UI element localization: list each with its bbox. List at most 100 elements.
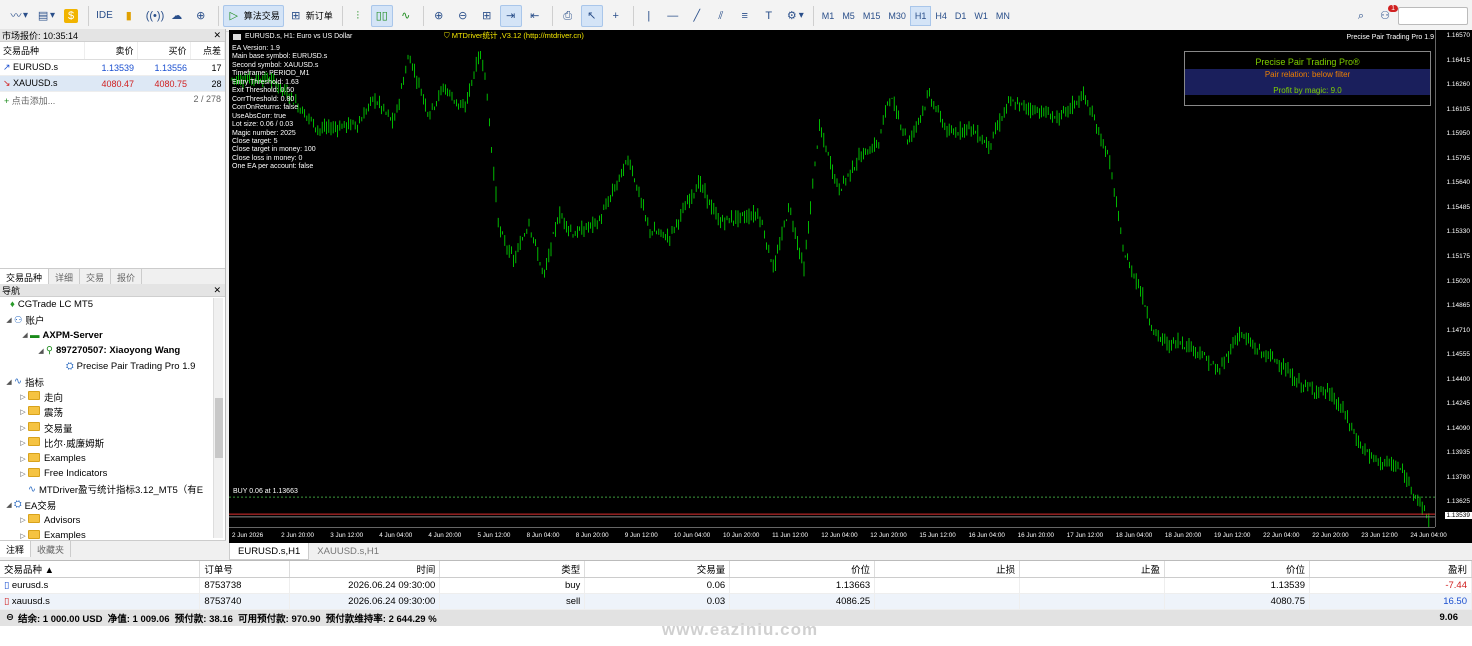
col-7[interactable]: 止盈 xyxy=(1019,561,1166,578)
col-5[interactable]: 价位 xyxy=(729,561,876,578)
text-icon[interactable]: T xyxy=(758,5,780,27)
cloud-icon[interactable]: ☁ xyxy=(166,5,188,27)
cursor-icon[interactable]: ↖ xyxy=(580,4,603,27)
horizontal-line-icon[interactable]: — xyxy=(662,5,684,27)
zoom-out-icon[interactable]: ⊖ xyxy=(452,5,474,27)
chart-tab-0[interactable]: EURUSD.s,H1 xyxy=(229,543,310,560)
screenshot-icon[interactable]: ⎙ xyxy=(557,5,579,27)
col-4[interactable]: 交易量 xyxy=(584,561,731,578)
timeframe-m5[interactable]: M5 xyxy=(838,6,859,26)
nav-accounts[interactable]: ◢ ⚇ 账户 xyxy=(0,312,225,328)
fibonacci-icon[interactable]: ≡ xyxy=(734,5,756,27)
nav-indicator-item[interactable]: ∿ MTDriver盈亏统计指标3.12_MT5（有E xyxy=(0,482,225,497)
position-row[interactable]: ▯ xauusd.s 8753740 2026.06.24 09:30:00 sell… xyxy=(0,593,1472,610)
price-axis[interactable]: 1.16570 1.16415 1.16260 1.16105 1.15950 1.157… xyxy=(1435,30,1472,527)
tab-2[interactable]: 交易 xyxy=(80,269,112,284)
col-0[interactable]: 交易品种 ▲ xyxy=(0,561,201,578)
timeframe-m15[interactable]: M15 xyxy=(859,6,885,26)
nav-indicator-folder[interactable]: ▷ 交易量 xyxy=(0,420,225,435)
nav-experts[interactable]: ◢ ⛭ EA交易 xyxy=(0,497,225,512)
col-bid[interactable]: 卖价 xyxy=(84,42,138,60)
col-spread[interactable]: 点差 xyxy=(190,42,226,60)
chart-shift-icon[interactable]: ⇤ xyxy=(524,5,546,27)
tab-1[interactable]: 详细 xyxy=(49,269,81,284)
nav-indicator-folder[interactable]: ▷ 走向 xyxy=(0,389,225,404)
col-symbol[interactable]: 交易品种 xyxy=(0,42,85,60)
nav-indicator-folder[interactable]: ▷ 震荡 xyxy=(0,405,225,420)
timeframe-m30[interactable]: M30 xyxy=(884,6,910,26)
market-watch-row[interactable]: ↘ XAUUSD.s 4080.47 4080.75 28 xyxy=(0,75,225,92)
timeframe-h4[interactable]: H4 xyxy=(931,6,951,26)
nav-indicator-folder[interactable]: ▷ 比尔·威廉姆斯 xyxy=(0,436,225,451)
col-3[interactable]: 类型 xyxy=(439,561,586,578)
line-chart-icon[interactable]: ∿ xyxy=(395,5,417,27)
expand-icon[interactable]: ▷ xyxy=(18,408,28,416)
col-8[interactable]: 价位 xyxy=(1164,561,1310,578)
shapes-icon[interactable]: ⚙ ▾ xyxy=(782,5,807,27)
market-watch-row[interactable]: ↗ EURUSD.s 1.13539 1.13556 17 xyxy=(0,59,225,76)
expand-icon[interactable]: ▷ xyxy=(18,455,28,463)
expand-icon[interactable]: ▷ xyxy=(18,516,28,524)
col-ask[interactable]: 买价 xyxy=(137,42,191,60)
nav-tab-0[interactable]: 注释 xyxy=(0,541,32,557)
timeframe-d1[interactable]: D1 xyxy=(951,6,971,26)
ea-panel[interactable]: Precise Pair Trading Pro® Pair relation:… xyxy=(1184,51,1431,106)
col-1[interactable]: 订单号 xyxy=(199,561,291,578)
signal-icon[interactable]: ((•)) xyxy=(142,5,165,27)
algo-trading-button[interactable]: ▷ 算法交易 xyxy=(222,4,284,27)
deposit-icon[interactable]: $ xyxy=(60,5,82,27)
search-icon[interactable]: ⌕ xyxy=(1350,5,1372,27)
notification-icon[interactable]: ⚇ 1 xyxy=(1374,4,1398,27)
timeframe-mn[interactable]: MN xyxy=(992,6,1014,26)
nav-indicator-folder[interactable]: ▷ Examples xyxy=(0,451,225,466)
channel-icon[interactable]: ⫽ xyxy=(710,5,732,27)
nav-indicator-folder[interactable]: ▷ Free Indicators xyxy=(0,466,225,481)
nav-account[interactable]: ◢ ⚲ 897270507: Xiaoyong Wang xyxy=(0,343,225,358)
zoom-in-icon[interactable]: ⊕ xyxy=(428,5,450,27)
vps-icon[interactable]: ⊕ xyxy=(190,5,212,27)
candlestick-icon[interactable]: ▯▯ xyxy=(370,4,393,27)
expand-icon[interactable]: ▷ xyxy=(18,393,28,401)
bar-chart-icon[interactable]: ⫶ xyxy=(347,5,369,27)
expand-icon[interactable]: ▷ xyxy=(18,439,28,447)
chart-window[interactable]: EURUSD.s, H1: Euro vs US Dollar ⛉ MTDriv… xyxy=(229,30,1472,543)
expand-icon[interactable]: ▷ xyxy=(18,532,28,540)
expand-icon[interactable]: ▷ xyxy=(18,424,28,432)
ide-button[interactable]: IDE xyxy=(93,5,116,27)
timeframe-w1[interactable]: W1 xyxy=(970,6,992,26)
time-axis[interactable]: 2 Jun 2026 2 Jun 20:00 3 Jun 12:00 4 Jun 04… xyxy=(229,527,1447,543)
timeframe-h1[interactable]: H1 xyxy=(909,5,932,26)
trendline-icon[interactable]: ╱ xyxy=(686,5,708,27)
timeframe-m1[interactable]: M1 xyxy=(818,6,839,26)
col-9[interactable]: 盈利 xyxy=(1309,561,1472,578)
col-2[interactable]: 时间 xyxy=(289,561,441,578)
expand-icon[interactable]: ▷ xyxy=(18,470,28,478)
tab-3[interactable]: 报价 xyxy=(111,269,143,284)
expand-icon[interactable]: ◢ xyxy=(4,316,14,324)
tile-windows-icon[interactable]: ⊞ xyxy=(476,5,498,27)
nav-indicators[interactable]: ◢ ∿ 指标 xyxy=(0,374,225,389)
expand-icon[interactable]: ◢ xyxy=(36,347,46,355)
nav-server[interactable]: ◢ ▬ AXPM-Server xyxy=(0,328,225,343)
vertical-line-icon[interactable]: | xyxy=(638,5,660,27)
tab-0[interactable]: 交易品种 xyxy=(0,269,50,284)
autoscroll-icon[interactable]: ⇥ xyxy=(499,4,522,27)
nav-ea-folder[interactable]: ▷ Advisors xyxy=(0,512,225,527)
chart-tab-1[interactable]: XAUUSD.s,H1 xyxy=(309,543,387,560)
crosshair-icon[interactable]: + xyxy=(605,5,627,27)
search-field[interactable] xyxy=(1398,6,1468,25)
expand-icon[interactable]: ◢ xyxy=(20,331,30,339)
lock-icon[interactable]: ▮ xyxy=(118,5,140,27)
close-icon[interactable]: ✕ xyxy=(213,285,221,296)
chart-type-icon[interactable]: 〰 ▾ xyxy=(6,5,31,27)
navigator-scrollbar[interactable] xyxy=(213,298,223,538)
templates-icon[interactable]: ▤ ▾ xyxy=(33,5,58,27)
nav-root[interactable]: ♦ CGTrade LC MT5 xyxy=(0,297,225,312)
expand-icon[interactable]: ◢ xyxy=(4,501,14,509)
nav-tab-1[interactable]: 收藏夹 xyxy=(31,541,72,557)
col-6[interactable]: 止损 xyxy=(874,561,1021,578)
nav-attached-ea[interactable]: ⛭ Precise Pair Trading Pro 1.9 xyxy=(0,359,225,374)
add-symbol-row[interactable]: + 点击添加... 2 / 278 xyxy=(0,92,225,109)
position-row[interactable]: ▯ eurusd.s 8753738 2026.06.24 09:30:00 buy 0… xyxy=(0,577,1472,594)
close-icon[interactable]: ✕ xyxy=(213,30,221,41)
